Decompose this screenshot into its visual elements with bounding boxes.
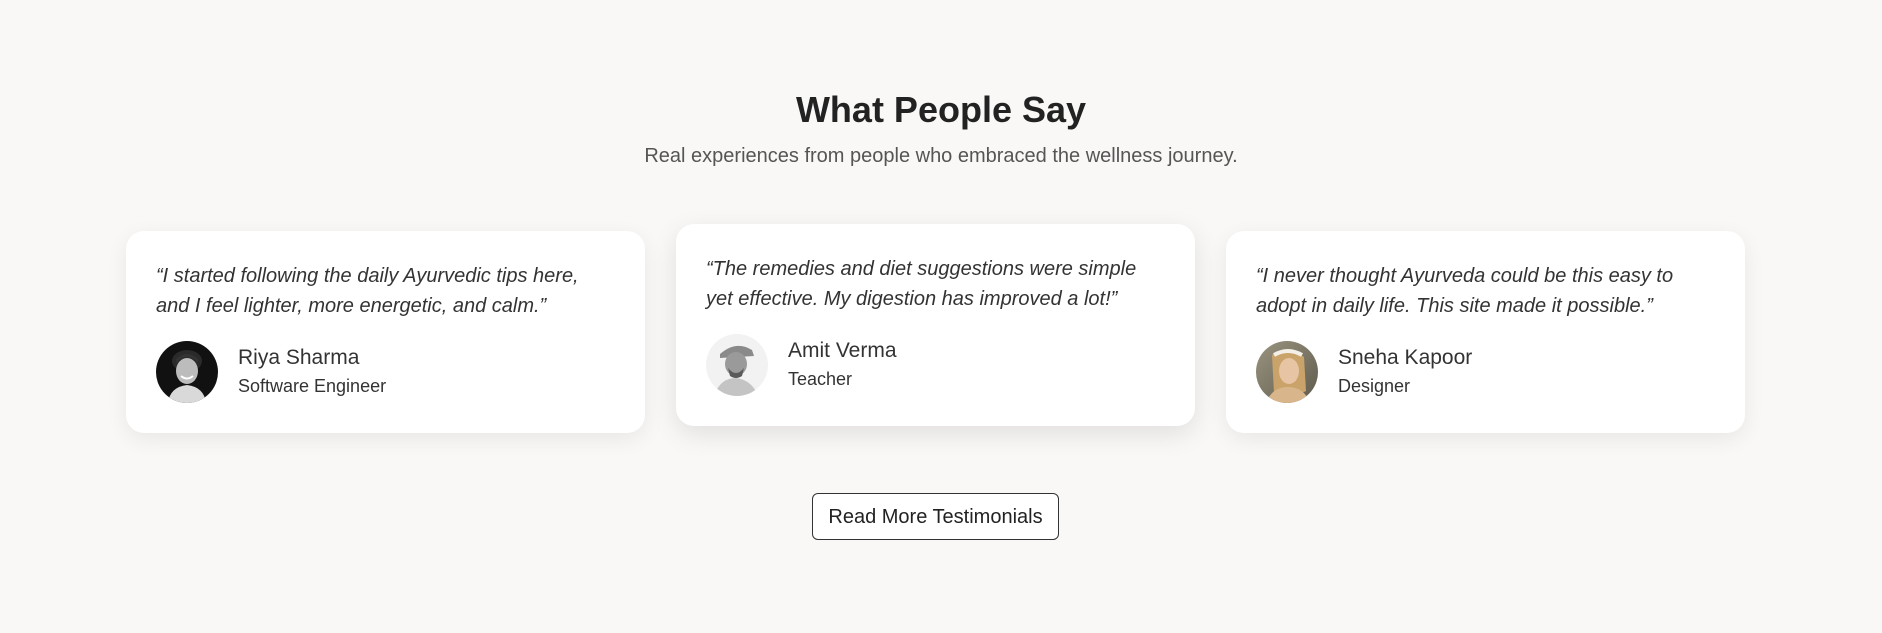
avatar [1256,341,1318,403]
author-role: Software Engineer [238,376,387,396]
avatar [156,341,218,403]
author-name: Amit Verma [788,339,897,362]
testimonials-section: What People Say Real experiences from pe… [0,0,1882,633]
section-subtitle: Real experiences from people who embrace… [644,145,1238,167]
read-more-testimonials-button[interactable]: Read More Testimonials [812,493,1059,540]
person-photo-icon [706,334,768,396]
testimonial-quote: “I started following the daily Ayurvedic… [156,265,579,317]
author-name: Sneha Kapoor [1338,346,1473,369]
testimonial-card: “The remedies and diet suggestions were … [676,224,1195,426]
testimonial-card: “I started following the daily Ayurvedic… [126,231,645,433]
person-photo-icon [1256,341,1318,403]
person-photo-icon [156,341,218,403]
avatar [706,334,768,396]
author-role: Designer [1338,376,1411,396]
section-title: What People Say [795,89,1087,130]
testimonial-card: “I never thought Ayurveda could be this … [1226,231,1745,433]
testimonial-quote: “The remedies and diet suggestions were … [706,258,1137,310]
testimonial-quote: “I never thought Ayurveda could be this … [1256,265,1674,317]
author-role: Teacher [788,369,853,389]
author-name: Riya Sharma [238,346,360,369]
